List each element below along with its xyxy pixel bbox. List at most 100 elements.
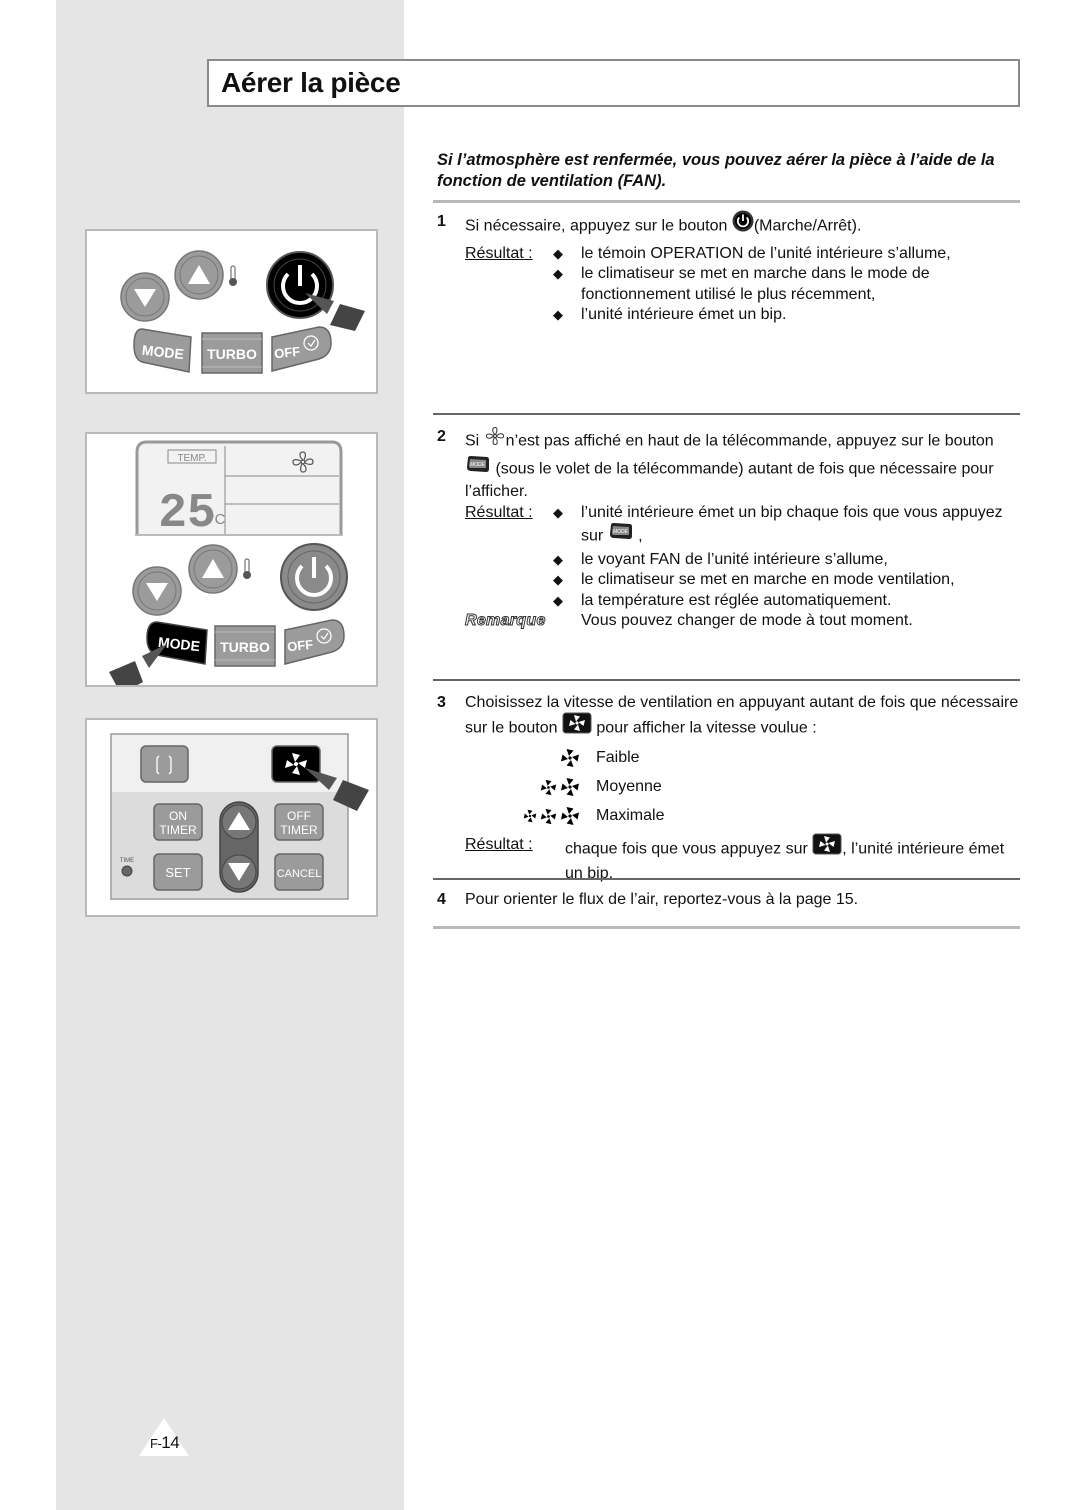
turbo-button: TURBO	[201, 332, 263, 374]
thermometer-icon	[243, 558, 251, 579]
mode-button-icon: MODE	[465, 454, 491, 481]
fan-outline-icon	[484, 425, 506, 454]
timer-up-down-button	[219, 801, 259, 893]
title-box: Aérer la pièce	[207, 59, 1020, 107]
fan-speed-icon	[465, 806, 596, 827]
fan-speed-label: Maximale	[596, 807, 665, 825]
svg-text:SET: SET	[165, 865, 190, 880]
diamond-bullet-icon: ◆	[553, 551, 563, 567]
diamond-bullet-icon: ◆	[553, 245, 563, 261]
fan-speed-option: Maximale	[465, 802, 1022, 831]
result-bullet: ◆ l’unité intérieure émet un bip chaque f…	[553, 503, 1022, 550]
result-bullet: ◆ la température est réglée automatiqueme…	[553, 591, 1022, 612]
svg-text:OFF: OFF	[287, 809, 311, 823]
svg-text:MODE: MODE	[470, 462, 486, 468]
step-text: (sous le volet de la télécommande) autan…	[465, 459, 994, 500]
set-button: SET	[153, 853, 203, 891]
temperature-unit: °C	[209, 511, 226, 528]
remote-display-illustration: TEMP. 25 °C MODE TURBO OFF	[85, 432, 378, 694]
step-number: 1	[437, 213, 446, 230]
step-4: 4 Pour orienter le flux de l’air, report…	[437, 890, 1022, 911]
step-1: 1 Si nécessaire, appuyez sur le bouton (…	[437, 210, 1022, 326]
page-prefix: F-	[150, 1436, 162, 1451]
divider	[433, 200, 1020, 203]
fan-speed-button-icon	[812, 833, 842, 862]
step-text: Si	[465, 432, 484, 450]
temp-label: TEMP.	[177, 453, 206, 464]
result-text: chaque fois que vous appuyez sur	[565, 840, 813, 858]
step-text: Si nécessaire, appuyez sur le bouton	[465, 217, 732, 235]
fan-speed-icon	[465, 748, 596, 769]
temp-down-button	[132, 566, 182, 616]
result-bullet: ◆ le témoin OPERATION de l’unité intérieu…	[553, 244, 1022, 265]
mode-button: MODE	[133, 328, 192, 373]
intro-text: Si l’atmosphère est renfermée, vous pouv…	[437, 151, 995, 190]
fan-speed-button-icon	[562, 712, 592, 741]
svg-text:TURBO: TURBO	[220, 639, 270, 655]
svg-text:CANCEL: CANCEL	[277, 868, 322, 880]
temp-up-button	[174, 250, 224, 300]
svg-text:TIMER: TIMER	[280, 823, 318, 837]
diamond-bullet-icon: ◆	[553, 592, 563, 608]
step-text: n’est pas affiché en haut de la télécomm…	[505, 432, 994, 450]
off-timer-button: OFF	[271, 326, 332, 372]
result-label: Résultat :	[465, 836, 533, 853]
page-number-value: 14	[161, 1433, 180, 1452]
svg-text:TIMER: TIMER	[159, 823, 197, 837]
off-timer-button: OFF	[284, 619, 345, 665]
step-text: Pour orienter le flux de l’air, reportez…	[465, 891, 859, 908]
result-bullet: ◆ le climatiseur se met en marche en mode…	[553, 570, 1022, 591]
power-icon	[732, 210, 754, 239]
diamond-bullet-icon: ◆	[553, 307, 563, 322]
lcd-display: TEMP. 25 °C	[135, 440, 343, 541]
step-number: 3	[437, 694, 446, 711]
cancel-button: CANCEL	[274, 853, 324, 891]
divider	[433, 926, 1020, 929]
fan-speed-option: Faible	[465, 744, 1022, 773]
temp-down-button	[120, 272, 170, 322]
power-button	[280, 543, 348, 611]
result-bullet: ◆ l’unité intérieure émet un bip.	[553, 305, 1022, 326]
step-text: pour afficher la vitesse voulue :	[591, 718, 817, 736]
divider	[433, 878, 1020, 880]
off-timer-button: OFF TIMER	[274, 803, 324, 841]
fan-speed-icon	[465, 777, 596, 798]
note-text: Vous pouvez changer de mode à tout momen…	[581, 612, 913, 629]
result-bullet: ◆ le climatiseur se met en marche dans le…	[553, 264, 1022, 305]
diamond-bullet-icon: ◆	[553, 572, 563, 587]
remote-top-illustration: MODE TURBO OFF	[85, 229, 378, 394]
svg-text:TIME: TIME	[120, 858, 134, 864]
on-timer-button: ON TIMER	[153, 803, 203, 841]
step-2: 2 Si n’est pas affiché en haut de la tél…	[437, 425, 1022, 632]
remote-flap-illustration: ON TIMER OFF TIMER TIME SET CANCEL	[85, 718, 378, 917]
svg-text:ON: ON	[169, 809, 187, 823]
pointer-arrow-icon	[109, 644, 167, 694]
fan-speed-option: Moyenne	[465, 773, 1022, 802]
diamond-bullet-icon: ◆	[553, 504, 563, 520]
divider	[433, 413, 1020, 415]
page-number: F-14	[139, 1418, 189, 1458]
result-bullet: ◆ le voyant FAN de l’unité intérieure s’a…	[553, 550, 1022, 571]
step-number: 4	[437, 891, 446, 908]
note-label: Remarque	[465, 612, 546, 630]
svg-text:OFF: OFF	[286, 637, 313, 655]
result-label: Résultat :	[465, 244, 533, 262]
swing-button	[140, 745, 189, 783]
temperature-readout: 25	[158, 487, 216, 541]
fan-speed-button	[271, 745, 321, 783]
divider	[433, 679, 1020, 681]
result-label: Résultat :	[465, 503, 533, 521]
thermometer-icon	[229, 265, 237, 286]
diamond-bullet-icon: ◆	[553, 266, 563, 281]
svg-text:TURBO: TURBO	[207, 346, 257, 362]
page-title: Aérer la pièce	[221, 67, 401, 98]
svg-text:OFF: OFF	[273, 344, 300, 362]
temp-up-button	[188, 544, 238, 594]
step-3: 3 Choisissez la vitesse de ventilation e…	[437, 693, 1022, 884]
fan-speed-list: Faible Moyenne Maximale	[465, 744, 1022, 831]
note-row: Remarque Vous pouvez changer de mode à t…	[465, 611, 1022, 632]
step-number: 2	[437, 428, 446, 445]
turbo-button: TURBO	[214, 625, 276, 667]
fan-speed-label: Faible	[596, 749, 640, 767]
svg-text:MODE: MODE	[613, 529, 629, 535]
